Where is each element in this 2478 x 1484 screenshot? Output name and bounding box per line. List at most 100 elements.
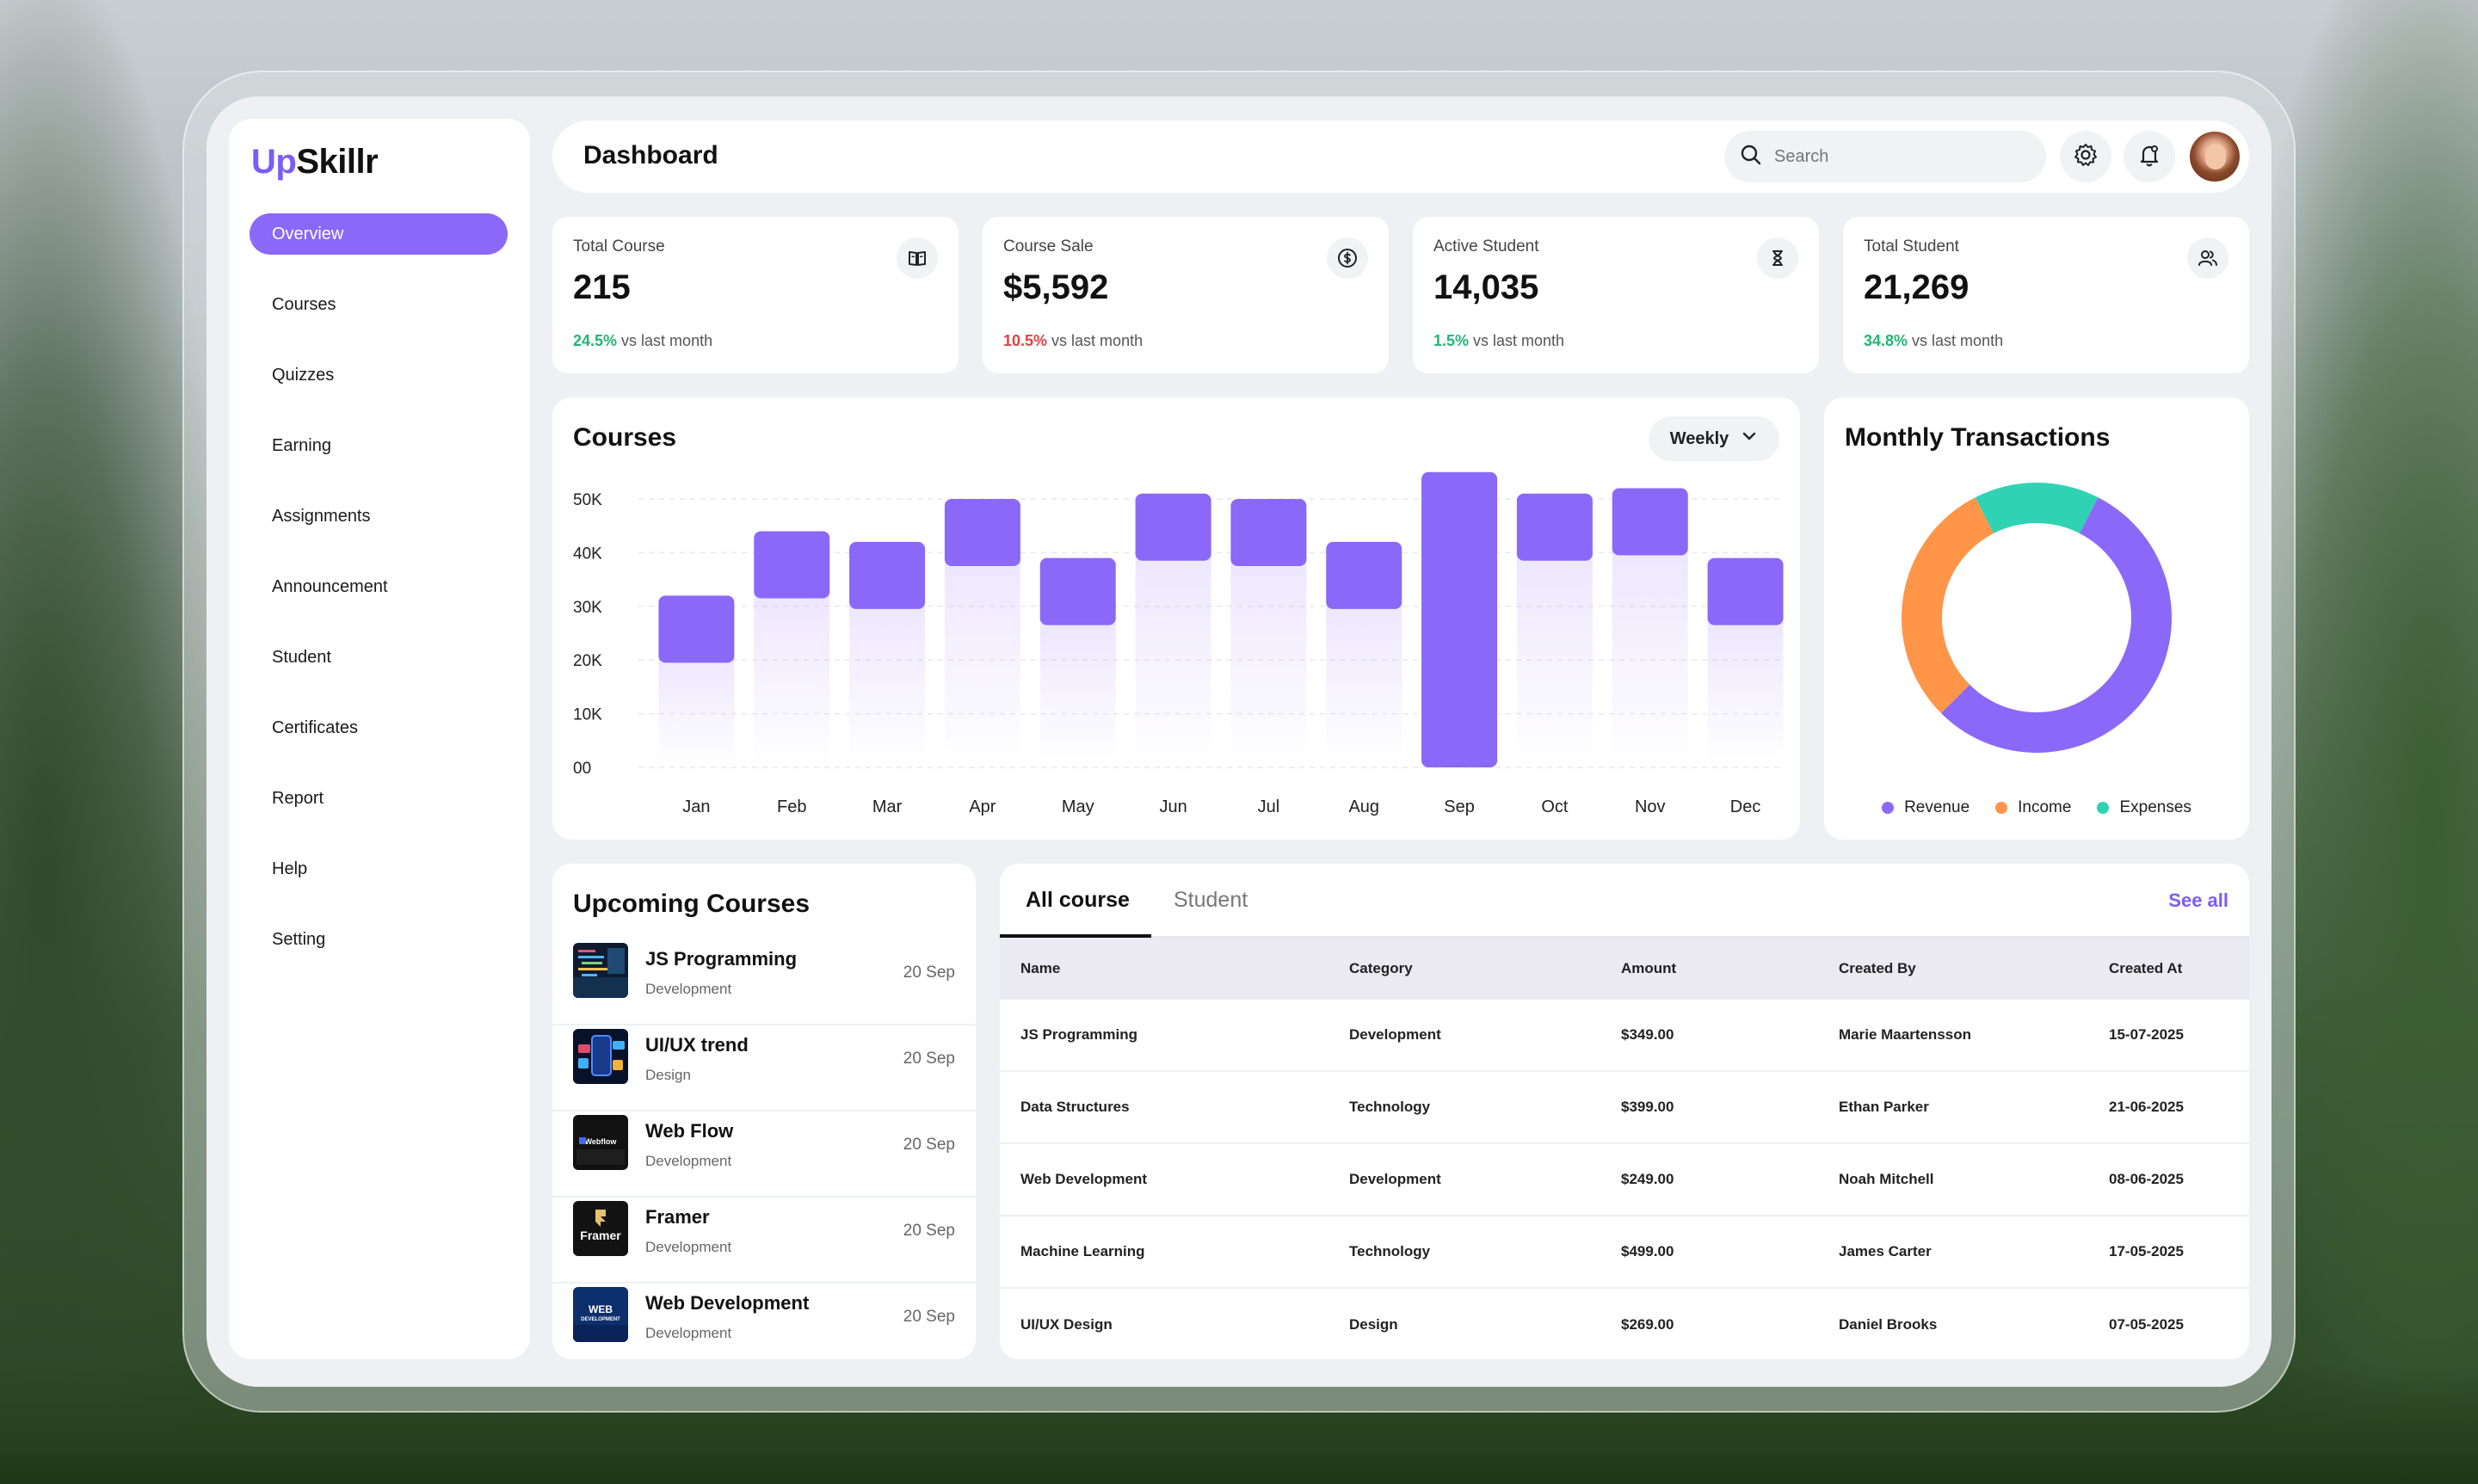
bar-feb[interactable] xyxy=(754,531,830,599)
list-item[interactable]: WEB DEVELOPMENT Web Development Developme… xyxy=(552,1284,976,1359)
sidebar-item-setting[interactable]: Setting xyxy=(250,919,508,960)
course-name: JS Programming xyxy=(645,948,798,970)
table-row[interactable]: Web Development Development $249.00 Noah… xyxy=(1000,1144,2249,1216)
stat-label: Course Sale xyxy=(1003,237,1094,256)
tab-all-course[interactable]: All course xyxy=(1026,888,1130,913)
user-avatar[interactable] xyxy=(2187,129,2242,184)
bar-dec[interactable] xyxy=(1707,557,1784,625)
table-row[interactable]: JS Programming Development $349.00 Marie… xyxy=(1000,1000,2249,1072)
donut-slice-expenses[interactable] xyxy=(1975,483,2099,533)
cell-created-by: Marie Maartensson xyxy=(1839,1026,1971,1043)
see-all-link[interactable]: See all xyxy=(2168,890,2228,912)
x-tick-label: May xyxy=(1062,797,1094,816)
bar-oct[interactable] xyxy=(1516,493,1593,561)
y-tick-label: 20K xyxy=(573,652,602,670)
table-row[interactable]: Data Structures Technology $399.00 Ethan… xyxy=(1000,1072,2249,1144)
course-category: Development xyxy=(645,1325,732,1341)
column-header-name[interactable]: Name xyxy=(1020,960,1060,977)
list-item[interactable]: JS Programming Development 20 Sep xyxy=(552,939,976,1025)
sidebar-item-label: Student xyxy=(272,647,331,667)
upcoming-list: JS Programming Development 20 Sep UI/UX … xyxy=(552,939,976,1359)
cell-name: Machine Learning xyxy=(1020,1243,1145,1259)
settings-button[interactable] xyxy=(2060,131,2111,182)
sidebar-item-report[interactable]: Report xyxy=(250,778,508,819)
list-item[interactable]: Framer Framer Development 20 Sep xyxy=(552,1198,976,1284)
bar-may[interactable] xyxy=(1039,557,1116,625)
legend-item-expenses: Expenses xyxy=(2097,798,2191,817)
course-date: 20 Sep xyxy=(903,1136,955,1154)
stat-delta-percent: 34.8% xyxy=(1864,332,1908,349)
sidebar-item-overview[interactable]: Overview xyxy=(250,213,508,255)
course-date: 20 Sep xyxy=(903,1222,955,1240)
bar-shadow xyxy=(658,656,735,767)
list-item[interactable]: Webflow Web Flow Development 20 Sep xyxy=(552,1111,976,1198)
bar-aug[interactable] xyxy=(1326,541,1402,609)
sidebar-item-help[interactable]: Help xyxy=(250,848,508,890)
transactions-legend: Revenue Income Expenses xyxy=(1824,798,2249,817)
x-tick-label: Jul xyxy=(1258,797,1280,816)
bar-jul[interactable] xyxy=(1230,499,1307,566)
stat-delta-percent: 1.5% xyxy=(1433,332,1470,349)
x-tick-label: Jan xyxy=(682,797,710,816)
sidebar-item-student[interactable]: Student xyxy=(250,637,508,678)
x-tick-label: Nov xyxy=(1635,797,1666,816)
thumbnail-text: WEB xyxy=(589,1303,613,1315)
sidebar-item-earning[interactable]: Earning xyxy=(250,425,508,466)
column-header-created-at[interactable]: Created At xyxy=(2109,960,2182,977)
search-input[interactable] xyxy=(1774,146,2032,167)
column-header-created-by[interactable]: Created By xyxy=(1839,960,1916,977)
brand-logo[interactable]: UpSkillr xyxy=(251,143,379,182)
brand-prefix: Up xyxy=(251,143,297,181)
sidebar-item-label: Help xyxy=(272,859,308,878)
cell-created-by: Noah Mitchell xyxy=(1839,1171,1934,1187)
x-tick-label: Aug xyxy=(1348,797,1379,816)
bar-sep[interactable] xyxy=(1421,471,1498,767)
list-item[interactable]: UI/UX trend Design 20 Sep xyxy=(552,1025,976,1111)
table-tabs: All course Student See all xyxy=(1000,864,2249,938)
stat-value: 21,269 xyxy=(1864,268,1969,306)
bar-jan[interactable] xyxy=(658,595,735,663)
cell-created-at: 17-05-2025 xyxy=(2109,1243,2184,1259)
stat-delta-text: vs last month xyxy=(1908,332,2004,349)
bar-shadow xyxy=(1326,601,1402,767)
sidebar-item-label: Quizzes xyxy=(272,365,335,385)
sidebar-item-assignments[interactable]: Assignments xyxy=(250,496,508,537)
courses-bar-chart: 00 10K 20K 30K 40K 50K Jan Feb Mar Apr May Jun Jul A… xyxy=(573,471,1784,816)
bar-apr[interactable] xyxy=(944,499,1020,566)
cell-created-by: Daniel Brooks xyxy=(1839,1316,1938,1333)
notifications-button[interactable] xyxy=(2124,131,2175,182)
course-thumbnail: WEB DEVELOPMENT xyxy=(573,1287,628,1342)
course-category: Design xyxy=(645,1067,691,1083)
legend-item-income: Income xyxy=(1995,798,2071,817)
sidebar-item-label: Assignments xyxy=(272,506,371,526)
bar-nov[interactable] xyxy=(1612,488,1688,556)
sidebar-item-announcement[interactable]: Announcement xyxy=(250,566,508,607)
bar-mar[interactable] xyxy=(849,541,926,609)
table-row[interactable]: Machine Learning Technology $499.00 Jame… xyxy=(1000,1216,2249,1289)
bar-shadow xyxy=(1135,553,1211,767)
transactions-donut-chart xyxy=(1902,483,2172,753)
column-header-amount[interactable]: Amount xyxy=(1621,960,1676,977)
stat-delta: 34.8% vs last month xyxy=(1864,332,2003,350)
tab-student[interactable]: Student xyxy=(1174,888,1248,913)
course-thumbnail xyxy=(573,1029,628,1084)
sidebar-item-label: Report xyxy=(272,788,324,808)
course-name: Framer xyxy=(645,1206,710,1228)
stat-delta: 24.5% vs last month xyxy=(573,332,712,350)
legend-dot xyxy=(1995,802,2008,814)
sidebar-item-quizzes[interactable]: Quizzes xyxy=(250,354,508,396)
x-tick-label: Apr xyxy=(969,797,996,816)
table-row[interactable]: UI/UX Design Design $269.00 Daniel Brook… xyxy=(1000,1289,2249,1359)
donut-slice-income[interactable] xyxy=(1902,497,1994,714)
sidebar-item-label: Earning xyxy=(272,435,331,455)
stat-delta-text: vs last month xyxy=(617,332,713,349)
bar-jun[interactable] xyxy=(1135,493,1211,561)
stat-value: 215 xyxy=(573,268,631,306)
column-header-category[interactable]: Category xyxy=(1349,960,1413,977)
sidebar-item-certificates[interactable]: Certificates xyxy=(250,707,508,748)
cell-category: Design xyxy=(1349,1316,1398,1333)
sidebar-item-courses[interactable]: Courses xyxy=(250,284,508,325)
cell-created-at: 08-06-2025 xyxy=(2109,1171,2184,1187)
search-box[interactable] xyxy=(1724,131,2046,182)
stat-delta-text: vs last month xyxy=(1469,332,1565,349)
